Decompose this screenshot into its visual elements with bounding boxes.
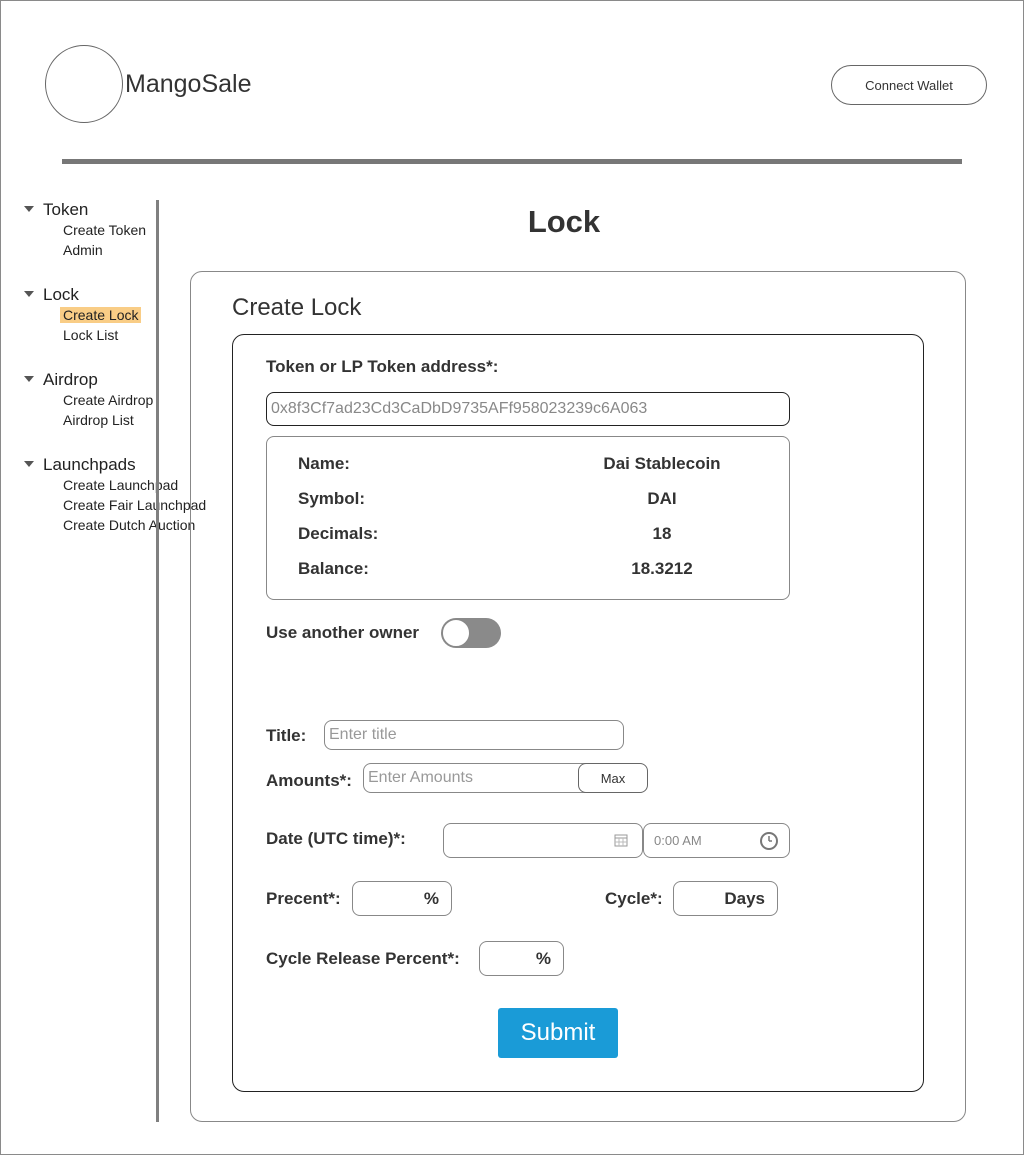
- sidebar-group-airdrop[interactable]: Airdrop: [24, 370, 98, 390]
- clock-icon[interactable]: [759, 831, 779, 854]
- time-value: 0:00 AM: [654, 833, 702, 848]
- token-symbol-label: Symbol:: [298, 489, 366, 508]
- submit-button[interactable]: Submit: [498, 1008, 618, 1058]
- another-owner-label: Use another owner: [266, 623, 420, 642]
- cycle-release-label: Cycle Release Percent*:: [266, 949, 460, 968]
- calendar-icon[interactable]: [614, 833, 628, 852]
- toggle-knob: [442, 619, 470, 647]
- sidebar-item-create-airdrop[interactable]: Create Airdrop: [63, 392, 153, 408]
- cycle-unit: Days: [724, 888, 765, 908]
- percent-label: Precent*:: [266, 889, 341, 908]
- sidebar-item-create-lock[interactable]: Create Lock: [60, 307, 142, 323]
- sidebar-group-launchpads[interactable]: Launchpads: [24, 455, 136, 475]
- triangle-down-icon: [24, 375, 34, 382]
- token-symbol-value: DAI: [647, 489, 677, 508]
- amounts-placeholder: Enter Amounts: [368, 769, 473, 786]
- title-label: Title:: [266, 726, 307, 745]
- token-balance-value: 18.3212: [631, 559, 693, 578]
- percent-input[interactable]: %: [352, 881, 452, 916]
- sidebar-item-airdrop-list[interactable]: Airdrop List: [63, 412, 134, 428]
- cycle-input[interactable]: Days: [673, 881, 778, 916]
- card-title: Create Lock: [232, 294, 362, 321]
- cycle-release-unit: %: [535, 948, 551, 968]
- cycle-label: Cycle*:: [605, 889, 663, 908]
- logo[interactable]: [45, 45, 123, 123]
- sidebar-item-create-launchpad[interactable]: Create Launchpad: [63, 477, 178, 493]
- page-title: Lock: [527, 204, 601, 239]
- triangle-down-icon: [24, 290, 34, 297]
- token-address-input[interactable]: 0x8f3Cf7ad23Cd3CaDbD9735AFf958023239c6A0…: [266, 392, 790, 426]
- max-button[interactable]: Max: [578, 763, 648, 793]
- sidebar-item-create-fair-launchpad[interactable]: Create Fair Launchpad: [63, 497, 206, 513]
- date-input[interactable]: [443, 823, 643, 858]
- token-name-value: Dai Stablecoin: [603, 454, 721, 473]
- time-input[interactable]: 0:00 AM: [643, 823, 790, 858]
- sidebar-item-create-dutch-auction[interactable]: Create Dutch Auction: [63, 517, 195, 533]
- amounts-input[interactable]: Enter Amounts: [363, 763, 593, 793]
- token-decimals-value: 18: [652, 524, 672, 543]
- sidebar-item-admin[interactable]: Admin: [63, 242, 103, 258]
- sidebar-divider: [156, 200, 159, 1122]
- cycle-release-input[interactable]: %: [479, 941, 564, 976]
- token-name-label: Name:: [298, 454, 350, 473]
- sidebar-item-lock-list[interactable]: Lock List: [63, 327, 118, 343]
- token-balance-label: Balance:: [298, 559, 369, 578]
- date-label: Date (UTC time)*:: [266, 829, 406, 848]
- triangle-down-icon: [24, 460, 34, 467]
- address-label: Token or LP Token address*:: [266, 357, 499, 376]
- title-placeholder: Enter title: [329, 726, 397, 743]
- connect-wallet-button[interactable]: Connect Wallet: [831, 65, 987, 105]
- brand-name[interactable]: MangoSale: [125, 70, 251, 99]
- title-input[interactable]: Enter title: [324, 720, 624, 750]
- another-owner-toggle[interactable]: [441, 618, 501, 648]
- sidebar-group-lock[interactable]: Lock: [24, 285, 79, 305]
- token-decimals-label: Decimals:: [298, 524, 379, 543]
- percent-unit: %: [423, 888, 439, 908]
- header-divider: [62, 159, 962, 164]
- amounts-label: Amounts*:: [266, 771, 352, 790]
